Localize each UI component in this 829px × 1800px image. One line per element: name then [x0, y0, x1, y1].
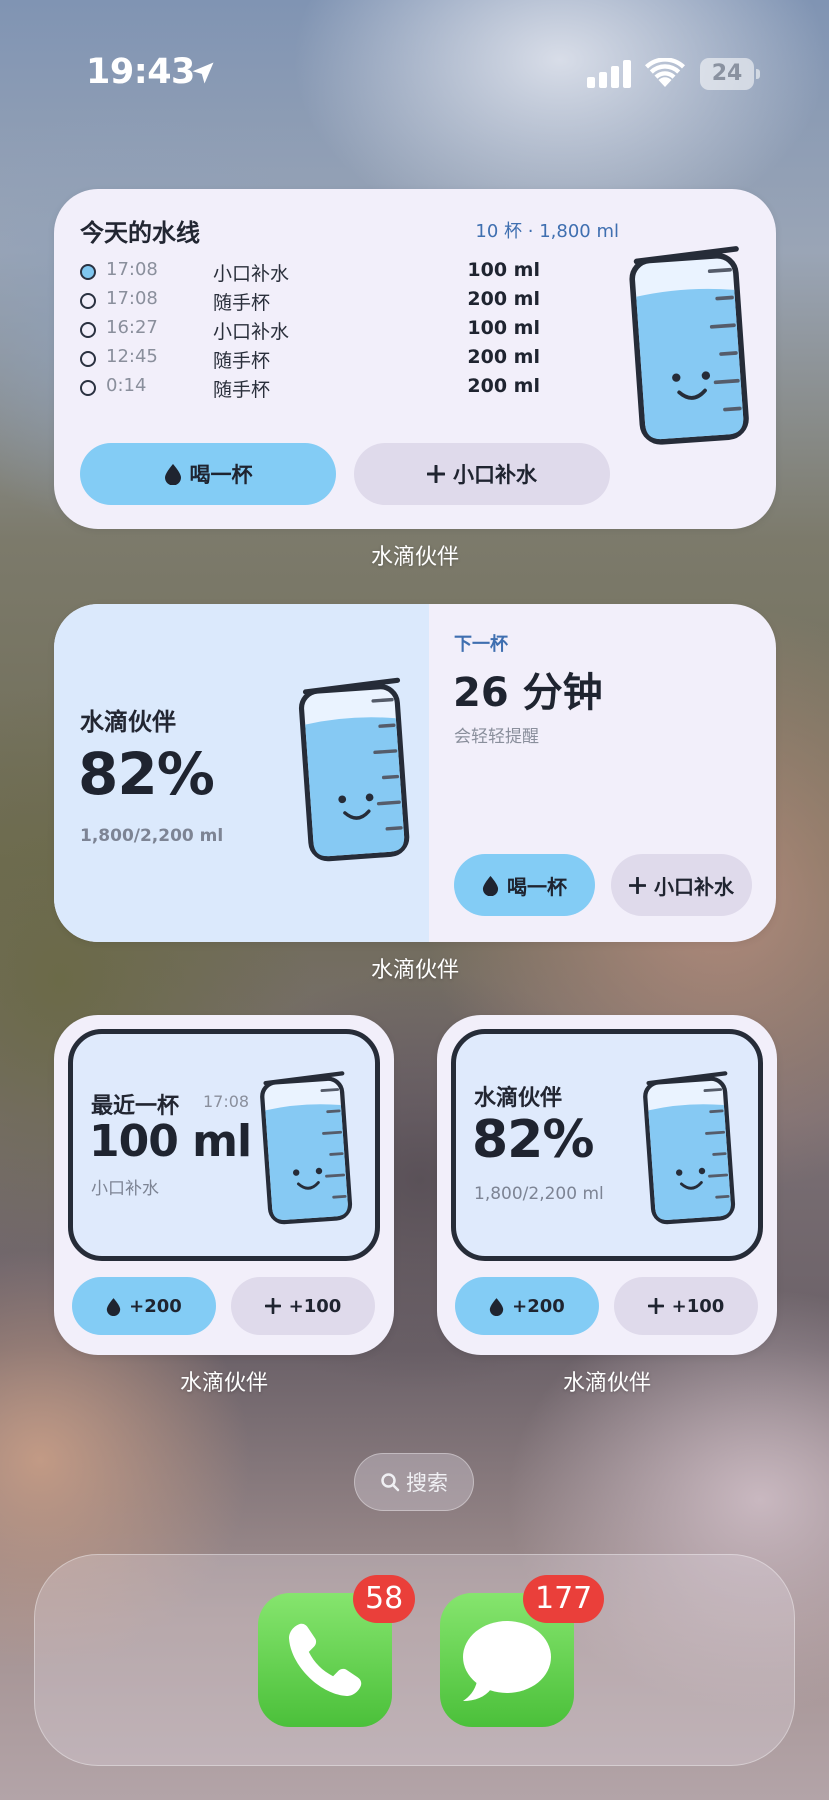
- drink-cup-button[interactable]: 喝一杯: [80, 443, 336, 505]
- log-item: 16:27 小口补水 100 ml: [80, 317, 540, 343]
- wifi-icon: [645, 58, 685, 87]
- next-cup-countdown: 26 分钟: [453, 670, 603, 716]
- add-200-button[interactable]: +200: [455, 1277, 599, 1335]
- drink-cup-button[interactable]: 喝一杯: [454, 854, 595, 916]
- log-amount: 200 ml: [467, 346, 540, 368]
- recent-cup-widget[interactable]: 最近一杯 17:08 100 ml 小口补水 +200 +100: [54, 1015, 394, 1355]
- log-amount: 200 ml: [467, 375, 540, 397]
- plus-icon: [629, 876, 646, 894]
- widget-label: 水滴伙伴: [370, 958, 459, 983]
- log-amount: 100 ml: [467, 317, 540, 339]
- app-name: 水滴伙伴: [80, 708, 176, 736]
- search-label: 搜索: [406, 1471, 448, 1495]
- recent-cup-name: 小口补水: [91, 1179, 159, 1199]
- plus-icon: [264, 1298, 281, 1314]
- add-100-button[interactable]: +100: [614, 1277, 758, 1335]
- sip-water-label: 小口补水: [453, 463, 537, 487]
- log-time: 17:08: [106, 259, 158, 280]
- sip-water-label: 小口补水: [654, 874, 734, 899]
- progress-amount: 1,800/2,200 ml: [474, 1184, 604, 1204]
- log-dot: [80, 293, 96, 309]
- sip-water-button[interactable]: 小口补水: [611, 854, 752, 916]
- dock: 58 177: [34, 1554, 795, 1766]
- log-dot-active: [80, 264, 96, 280]
- daily-summary: 10 杯 · 1,800 ml: [475, 221, 619, 242]
- sip-water-button[interactable]: 小口补水: [354, 443, 610, 505]
- water-glass-mascot-icon: [298, 677, 410, 862]
- recent-cup-time: 17:08: [203, 1092, 250, 1111]
- water-glass-mascot-icon: [260, 1071, 353, 1225]
- reminder-note: 会轻轻提醒: [454, 727, 539, 747]
- log-dot: [80, 351, 96, 367]
- progress-amount: 1,800/2,200 ml: [80, 826, 224, 846]
- log-time: 16:27: [106, 317, 158, 338]
- water-progress-small-widget[interactable]: 水滴伙伴 82% 1,800/2,200 ml +200 +100: [437, 1015, 777, 1355]
- log-item: 17:08 小口补水 100 ml: [80, 259, 540, 285]
- water-glass-mascot-icon: [629, 246, 749, 445]
- widget-label: 水滴伙伴: [179, 1371, 268, 1396]
- plus-icon: [427, 465, 445, 483]
- log-item: 12:45 随手杯 200 ml: [80, 346, 540, 372]
- battery-level: 24: [700, 58, 754, 90]
- progress-card: 水滴伙伴 82% 1,800/2,200 ml: [451, 1029, 763, 1261]
- log-amount: 100 ml: [467, 259, 540, 281]
- status-bar: 19:43 24: [0, 0, 829, 150]
- water-timeline-widget[interactable]: 今天的水线 10 杯 · 1,800 ml 17:08 小口补水 100 ml …: [54, 189, 776, 529]
- app-name: 水滴伙伴: [474, 1086, 563, 1111]
- recent-cup-card: 最近一杯 17:08 100 ml 小口补水: [68, 1029, 380, 1261]
- add-100-label: +100: [288, 1295, 342, 1317]
- cellular-signal-icon: [587, 60, 631, 88]
- log-name: 随手杯: [213, 379, 271, 401]
- location-arrow-icon: [192, 62, 214, 84]
- log-time: 12:45: [106, 346, 158, 367]
- next-cup-label: 下一杯: [454, 634, 508, 655]
- widget-label: 水滴伙伴: [562, 1371, 651, 1396]
- add-200-label: +200: [512, 1295, 565, 1317]
- add-200-button[interactable]: +200: [72, 1277, 216, 1335]
- water-drop-icon: [107, 1297, 121, 1316]
- log-time: 0:14: [106, 375, 147, 396]
- water-drop-icon: [164, 464, 181, 485]
- widget-title: 今天的水线: [80, 219, 200, 247]
- plus-icon: [647, 1298, 664, 1314]
- widget-label: 水滴伙伴: [370, 545, 459, 570]
- speech-bubble-icon: [463, 1621, 551, 1701]
- battery-cap: [756, 69, 760, 79]
- log-name: 小口补水: [213, 321, 290, 343]
- recent-cup-amount: 100 ml: [89, 1116, 252, 1167]
- progress-percent: 82%: [78, 740, 215, 808]
- log-name: 随手杯: [213, 292, 271, 314]
- water-progress-medium-widget[interactable]: 水滴伙伴 82% 1,800/2,200 ml 下一杯 26 分钟 会轻轻提醒 …: [54, 604, 776, 942]
- log-name: 小口补水: [213, 263, 290, 285]
- messages-badge: 177: [523, 1575, 605, 1623]
- log-item: 17:08 随手杯 200 ml: [80, 288, 540, 314]
- phone-badge: 58: [353, 1575, 416, 1623]
- progress-percent: 82%: [472, 1110, 594, 1170]
- add-200-label: +200: [129, 1295, 182, 1317]
- log-dot: [80, 380, 96, 396]
- log-dot: [80, 322, 96, 338]
- drink-cup-label: 喝一杯: [507, 874, 567, 899]
- add-100-label: +100: [671, 1295, 725, 1317]
- log-item: 0:14 随手杯 200 ml: [80, 375, 540, 401]
- status-time: 19:43: [86, 52, 195, 92]
- add-100-button[interactable]: +100: [231, 1277, 375, 1335]
- log-name: 随手杯: [213, 350, 271, 372]
- phone-handset-icon: [289, 1623, 362, 1696]
- water-glass-mascot-icon: [643, 1071, 736, 1225]
- water-drop-icon: [490, 1297, 504, 1316]
- log-amount: 200 ml: [467, 288, 540, 310]
- search-icon: [381, 1473, 400, 1492]
- spotlight-search-button[interactable]: 搜索: [354, 1453, 474, 1511]
- log-time: 17:08: [106, 288, 158, 309]
- drink-cup-label: 喝一杯: [189, 463, 253, 487]
- water-drop-icon: [482, 875, 499, 896]
- battery-indicator: 24: [700, 58, 760, 90]
